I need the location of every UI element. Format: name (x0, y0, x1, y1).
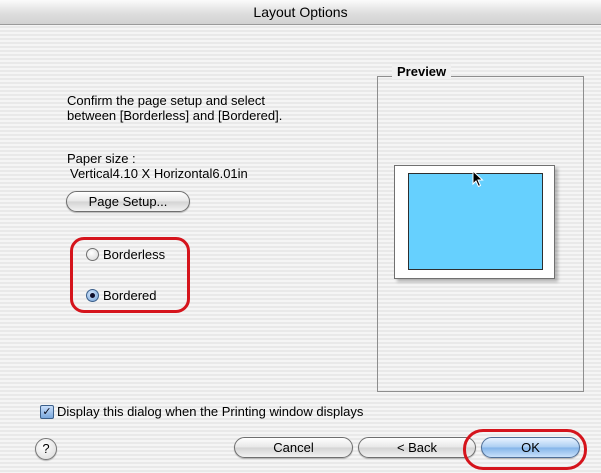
radio-borderless-label: Borderless (103, 247, 166, 262)
cancel-button-label: Cancel (273, 440, 314, 455)
paper-size-label: Paper size : (67, 151, 136, 166)
display-dialog-checkbox[interactable]: ✓ (40, 405, 54, 419)
page-setup-button-label: Page Setup... (88, 194, 168, 209)
paper-size-value: Vertical4.10 X Horizontal6.01in (70, 166, 248, 181)
instruction-line-2: between [Borderless] and [Bordered]. (67, 108, 283, 123)
window-titlebar[interactable]: Layout Options (0, 0, 601, 25)
back-button[interactable]: < Back (358, 437, 476, 458)
radio-bordered-label: Bordered (103, 288, 157, 303)
ok-button-label: OK (521, 440, 540, 455)
question-mark-icon: ? (42, 441, 50, 456)
arrow-cursor-icon (472, 170, 484, 188)
layout-options-dialog: Layout Options Confirm the page setup an… (0, 0, 601, 473)
help-button[interactable]: ? (35, 438, 57, 460)
display-dialog-label: Display this dialog when the Printing wi… (57, 404, 364, 419)
preview-title: Preview (392, 64, 452, 79)
radio-borderless[interactable] (86, 248, 99, 261)
cancel-button[interactable]: Cancel (234, 437, 353, 458)
radio-bordered[interactable] (86, 289, 99, 302)
instruction-line-1: Confirm the page setup and select (67, 93, 266, 108)
page-setup-button[interactable]: Page Setup... (66, 191, 190, 212)
ok-button[interactable]: OK (481, 437, 580, 458)
window-title: Layout Options (253, 4, 348, 20)
back-button-label: < Back (396, 440, 438, 455)
checkmark-icon: ✓ (42, 406, 52, 418)
